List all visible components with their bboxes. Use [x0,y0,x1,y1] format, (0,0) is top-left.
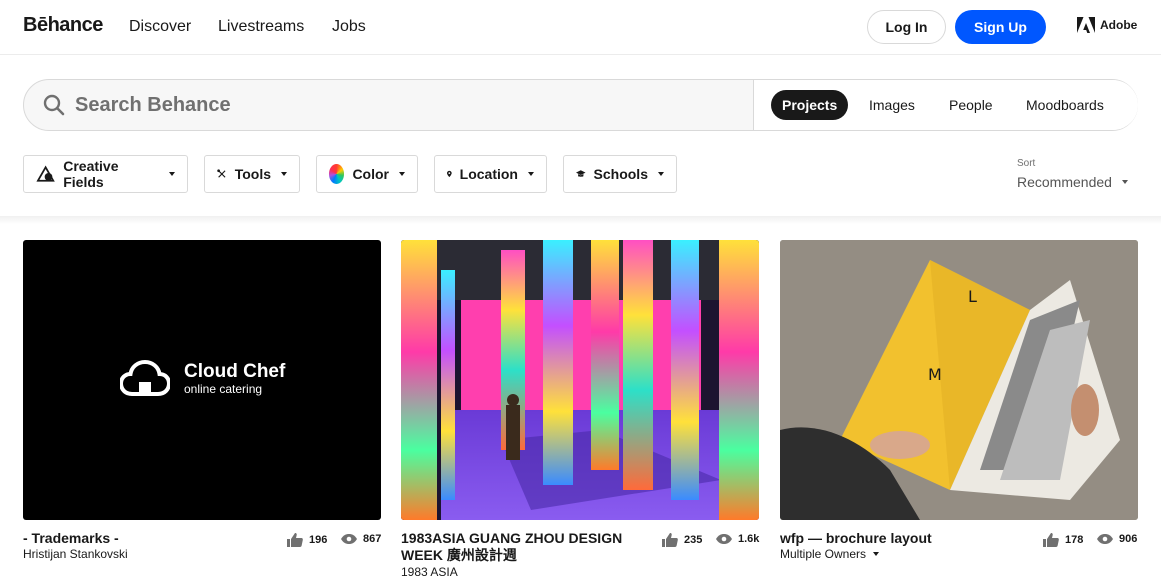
views: 867 [341,533,381,545]
eye-icon [341,534,357,544]
views-count: 1.6k [738,533,760,545]
graduation-cap-icon [576,170,586,177]
project-owner[interactable]: 1983 ASIA [401,565,458,579]
sort-dropdown[interactable]: Recommended [1017,174,1128,190]
search-input[interactable] [75,92,745,118]
chevron-down-icon [528,172,534,176]
chevron-down-icon [1121,180,1128,184]
project-thumbnail[interactable]: L M [780,240,1138,520]
eye-icon [716,534,732,544]
thumbs-up-icon [1043,533,1059,547]
project-title[interactable]: - Trademarks - [23,530,119,547]
project-thumbnail[interactable]: Cloud Chef online catering [23,240,381,520]
adobe-icon [1077,17,1095,33]
appreciations: 235 [662,533,702,547]
filter-tools[interactable]: Tools [204,155,300,193]
project-title[interactable]: 1983ASIA GUANG ZHOU DESIGN WEEK 廣州設計週 [401,530,641,564]
adobe-label: Adobe [1100,18,1138,32]
tab-moodboards[interactable]: Moodboards [1026,90,1104,120]
signup-button[interactable]: Sign Up [955,10,1046,44]
sort-label: Sort [1017,158,1036,169]
likes-count: 235 [684,534,703,546]
color-wheel-icon [329,164,345,184]
tab-projects[interactable]: Projects [771,90,849,120]
top-navigation: Bēhance Discover Livestreams Jobs Log In… [0,0,1161,55]
filter-location[interactable]: Location [434,155,547,193]
likes-count: 196 [309,534,328,546]
tab-people[interactable]: People [949,90,993,120]
views: 906 [1097,533,1137,545]
chevron-down-icon [658,172,664,176]
header-shadow [0,216,1161,224]
location-pin-icon [447,170,452,178]
thumbs-up-icon [287,533,303,547]
tab-images[interactable]: Images [869,90,915,120]
likes-count: 178 [1065,534,1084,546]
search-icon [43,94,65,116]
creative-fields-icon [36,165,55,182]
filter-label: Creative Fields [63,158,119,190]
cloud-chef-logo: Cloud Chef online catering [120,360,285,398]
eye-icon [1097,534,1113,544]
exhibition-photo [401,240,759,520]
thumbs-up-icon [662,533,678,547]
cloud-icon [120,360,170,396]
multiple-owners-dropdown[interactable]: Multiple Owners [780,547,880,561]
adobe-link[interactable]: Adobe [1077,17,1137,33]
search-bar: Projects Images People Moodboards [23,79,1138,131]
chevron-down-icon [169,172,175,176]
behance-logo[interactable]: Bēhance [23,14,103,37]
sort-value: Recommended [1017,174,1112,190]
nav-jobs[interactable]: Jobs [332,18,366,36]
logo-wordmark: Cloud Chef [184,361,286,382]
filter-label: Schools [593,166,648,182]
filter-color[interactable]: Color [316,155,418,193]
filter-label: Location [459,166,518,182]
brochure-photo: L M [780,240,1138,520]
views-count: 867 [363,533,382,545]
logo-tagline: online catering [184,382,263,396]
login-button[interactable]: Log In [867,10,946,44]
brochure-letter-l: L [968,287,977,306]
nav-discover[interactable]: Discover [129,18,191,36]
nav-livestreams[interactable]: Livestreams [218,18,304,36]
views-count: 906 [1119,533,1138,545]
search-scope-tabs: Projects Images People Moodboards [753,80,1138,130]
chevron-down-icon [873,552,880,556]
brochure-letter-m: M [928,365,942,384]
filter-creative-fields[interactable]: Creative Fields [23,155,188,193]
filter-schools[interactable]: Schools [563,155,677,193]
chevron-down-icon [399,172,405,176]
appreciations: 196 [287,533,327,547]
project-owner: Multiple Owners [780,547,867,561]
project-title[interactable]: wfp — brochure layout [780,530,932,547]
views: 1.6k [716,533,759,545]
tools-icon [217,169,226,178]
appreciations: 178 [1043,533,1083,547]
filter-label: Tools [234,166,271,182]
project-thumbnail[interactable] [401,240,759,520]
chevron-down-icon [281,172,287,176]
filter-label: Color [352,166,389,182]
project-owner[interactable]: Hristijan Stankovski [23,547,128,561]
